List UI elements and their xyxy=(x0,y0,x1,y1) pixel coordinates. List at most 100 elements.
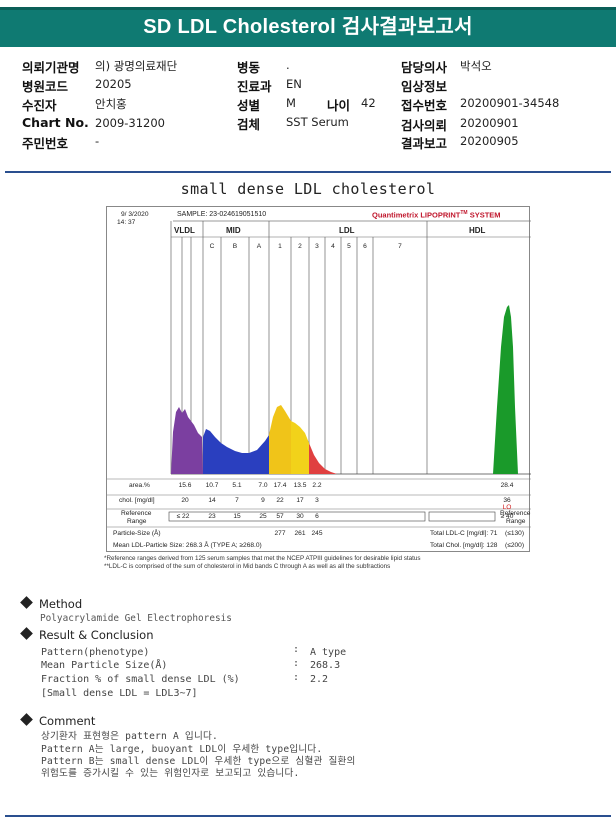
footnote-1: *Reference ranges derived from 125 serum… xyxy=(104,555,421,562)
subband-c: C xyxy=(209,243,215,250)
chol-ldl3: 3 xyxy=(315,497,319,504)
ref-mid-b: 15 xyxy=(233,513,241,520)
info-value-chart-no: 2009-31200 xyxy=(95,116,165,130)
info-value-request-date: 20200901 xyxy=(460,116,519,130)
info-value-report-date: 20200905 xyxy=(460,134,519,148)
method-text: Polyacrylamide Gel Electrophoresis xyxy=(40,613,232,624)
row-label-ref-1: Reference xyxy=(121,510,152,517)
band-label-ldl: LDL xyxy=(339,226,355,235)
info-label-patient: 수진자 xyxy=(22,98,57,113)
report-header: SD LDL Cholesterol 검사결과보고서 xyxy=(0,0,616,48)
chol-hdl: 36 xyxy=(503,497,511,504)
panel-time: 14: 37 xyxy=(117,219,136,226)
footnote-2: **LDL-C is comprised of the sum of chole… xyxy=(104,563,391,570)
info-label-hospital-code: 병원코드 xyxy=(22,79,69,94)
result-colon: : xyxy=(293,644,300,655)
info-label-physician: 담당의사 xyxy=(401,60,448,75)
info-value-department: EN xyxy=(286,77,302,91)
result-note: [Small dense LDL = LDL3~7] xyxy=(41,688,198,699)
subband-7: 7 xyxy=(398,243,402,250)
area-ldl1: 17.4 xyxy=(273,482,287,489)
area-mid-c: 10.7 xyxy=(205,482,219,489)
page-title: SD LDL Cholesterol 검사결과보고서 xyxy=(143,16,473,38)
peak-hdl xyxy=(493,305,518,474)
panel-brand: Quantimetrix LIPOPRINTTM SYSTEM xyxy=(372,210,501,220)
row-label-particle-size: Particle-Size (Å) xyxy=(113,530,161,537)
band-label-mid: MID xyxy=(226,226,241,235)
info-label-clinical-info: 임상정보 xyxy=(401,79,448,94)
report-title: small dense LDL cholesterol xyxy=(180,180,436,198)
area-mid-b: 5.1 xyxy=(232,482,242,489)
panel-date: 9/ 3/2020 xyxy=(121,211,149,218)
ref-vldl: ≤ 22 xyxy=(176,513,190,520)
panel-sample-id: SAMPLE: 23-024619051510 xyxy=(177,211,267,218)
info-label-report-date: 결과보고 xyxy=(401,136,448,151)
total-chol-ref: (≤200) xyxy=(505,542,525,549)
result-colon: : xyxy=(293,672,300,683)
result-value-pattern: A type xyxy=(310,647,347,658)
info-label-accession-no: 접수번호 xyxy=(401,98,448,113)
divider-bottom xyxy=(5,815,611,817)
lipoprint-panel: 9/ 3/2020 14: 37 SAMPLE: 23-024619051510… xyxy=(106,206,531,552)
bullet-diamond-icon xyxy=(20,596,33,609)
chol-mid-b: 7 xyxy=(235,497,239,504)
total-ldl-label: Total LDL-C [mg/dl]: 71 xyxy=(430,530,498,537)
ref-ldl1: 57 xyxy=(276,513,284,520)
result-value-fraction: 2.2 xyxy=(310,674,329,685)
area-hdl: 28.4 xyxy=(500,482,514,489)
info-label-specimen: 검체 xyxy=(237,117,261,132)
subband-a: A xyxy=(256,243,262,250)
subband-b: B xyxy=(232,243,238,250)
peak-ldl2 xyxy=(291,421,309,474)
bullet-diamond-icon xyxy=(20,627,33,640)
info-label-institution: 의뢰기관명 xyxy=(22,60,80,75)
ref-ldl3: 6 xyxy=(315,513,319,520)
row-label-chol: chol. [mg/dl] xyxy=(119,497,155,504)
row-label-area: area.% xyxy=(129,482,150,489)
chol-ldl1: 22 xyxy=(276,497,284,504)
bullet-diamond-icon xyxy=(20,713,33,726)
divider-top xyxy=(5,171,611,173)
result-label-mean-size: Mean Particle Size(Å) xyxy=(41,660,168,671)
info-value-institution: 의) 광명의료재단 xyxy=(95,59,178,73)
result-value-mean-size: 268.3 xyxy=(310,660,341,671)
info-value-ward: . xyxy=(286,58,290,72)
ref-mid-c: 23 xyxy=(208,513,216,520)
info-label-request-date: 검사의뢰 xyxy=(401,118,448,133)
info-label-ward: 병동 xyxy=(237,60,261,75)
row-label-ref-2: Range xyxy=(127,518,147,525)
result-label-pattern: Pattern(phenotype) xyxy=(41,647,150,658)
chol-vldl: 20 xyxy=(181,497,189,504)
chol-mid-c: 14 xyxy=(208,497,216,504)
info-label-sex: 성별 xyxy=(237,98,261,113)
total-chol-label: Total Chol. [mg/dl]: 128 xyxy=(430,542,498,549)
total-ldl-ref: (≤130) xyxy=(505,530,525,537)
result-label-fraction: Fraction % of small dense LDL (%) xyxy=(41,674,240,685)
ref-range-right-2: Range xyxy=(506,518,526,525)
electrophoresis-peaks xyxy=(171,305,518,474)
info-value-age: 42 xyxy=(361,96,376,110)
area-ldl3: 2.2 xyxy=(312,482,322,489)
ref-range-right-1: Reference xyxy=(500,510,531,517)
peak-ldl1 xyxy=(269,405,291,474)
comment-line-4: 위험도를 증가시킬 수 있는 위험인자로 보고되고 있습니다. xyxy=(41,768,300,779)
comment-line-1: 상기환자 표현형은 pattern A 입니다. xyxy=(41,731,218,742)
area-vldl: 15.6 xyxy=(178,482,192,489)
info-label-resident-no: 주민번호 xyxy=(22,136,69,151)
result-heading: Result & Conclusion xyxy=(20,627,153,642)
info-value-patient: 안치홍 xyxy=(95,97,127,111)
method-heading: Method xyxy=(20,596,82,611)
result-colon: : xyxy=(293,658,300,669)
info-label-chart-no: Chart No. xyxy=(22,115,89,130)
peak-vldl xyxy=(171,407,203,474)
peak-ldl3 xyxy=(309,443,337,474)
peak-mid xyxy=(203,429,269,474)
info-label-department: 진료과 xyxy=(237,79,272,94)
info-label-age: 나이 xyxy=(327,98,351,113)
info-value-accession-no: 20200901-34548 xyxy=(460,96,560,110)
psize-ldl1: 277 xyxy=(274,530,286,537)
comment-heading: Comment xyxy=(20,713,95,728)
info-value-physician: 박석오 xyxy=(460,59,492,73)
psize-ldl3: 245 xyxy=(311,530,323,537)
subband-1: 1 xyxy=(278,243,282,250)
